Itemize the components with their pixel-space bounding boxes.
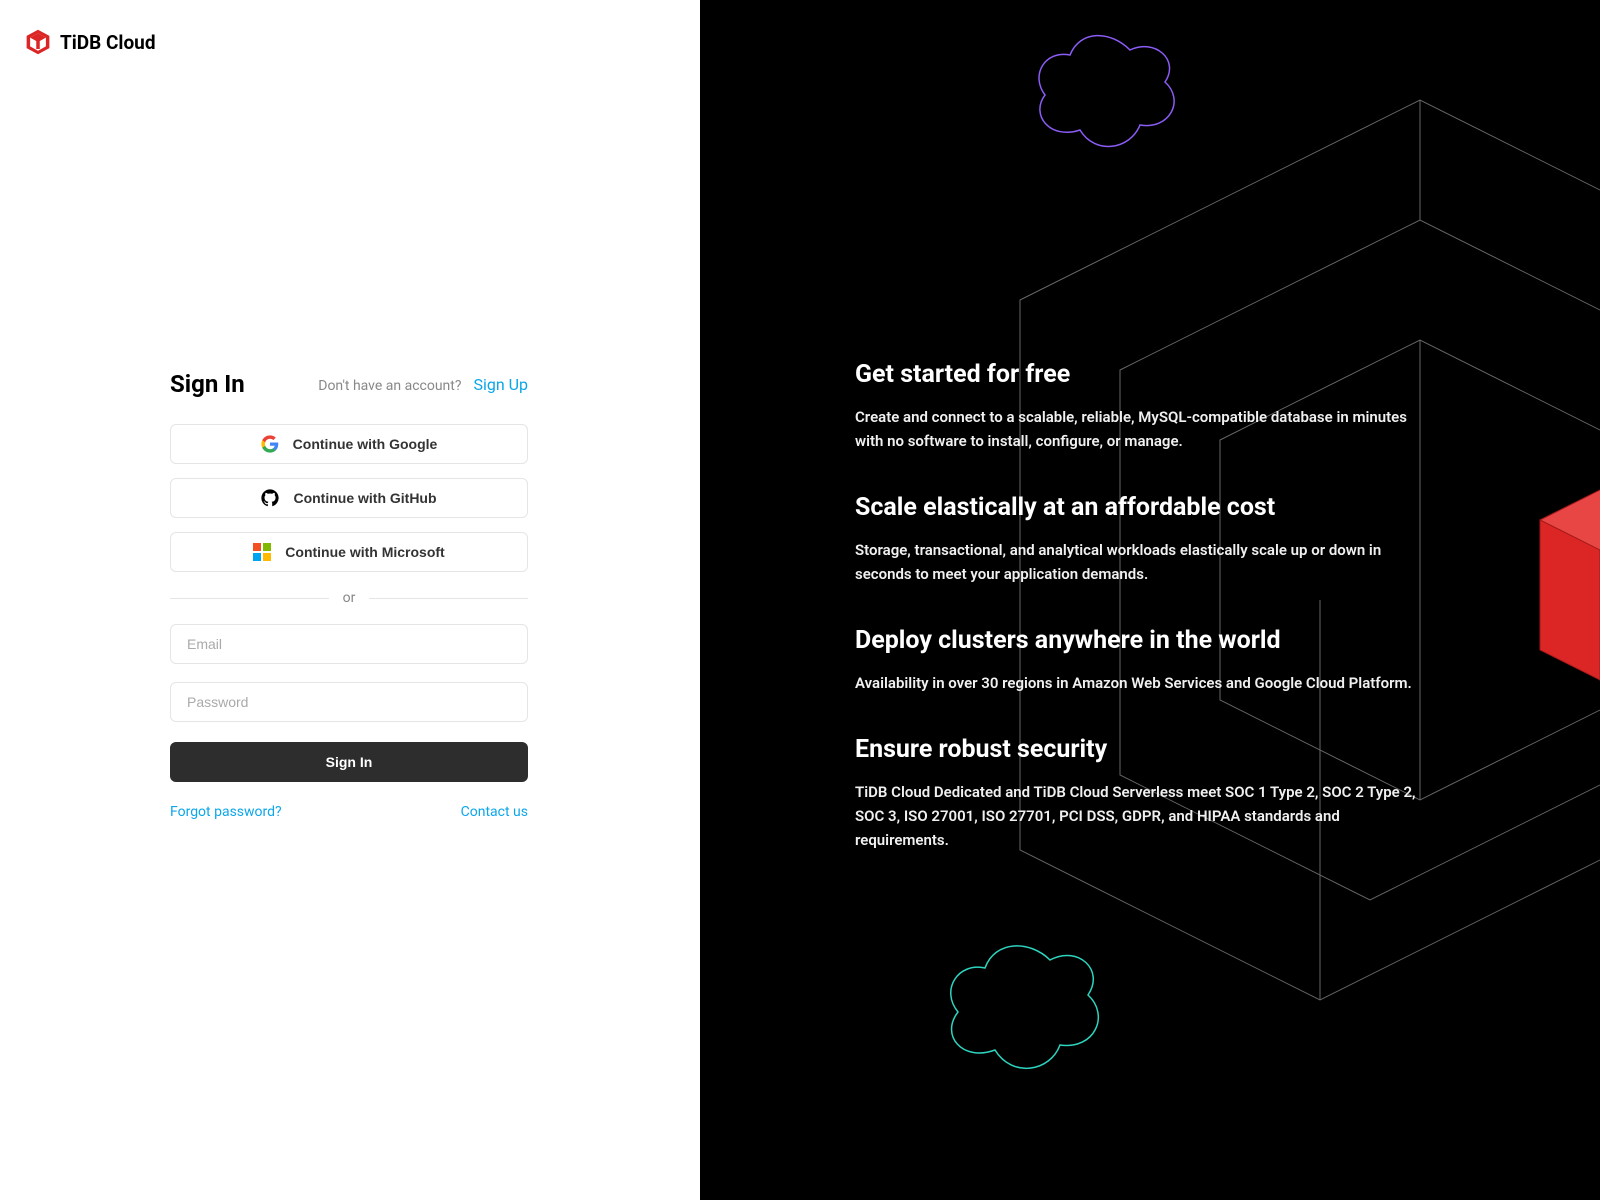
form-footer: Forgot password? Contact us <box>170 804 528 820</box>
marketing-panel: Get started for free Create and connect … <box>700 0 1600 1200</box>
brand-name: TiDB Cloud <box>60 31 156 54</box>
contact-us-link[interactable]: Contact us <box>461 804 528 820</box>
github-button-label: Continue with GitHub <box>293 490 436 506</box>
feature-desc: Availability in over 30 regions in Amazo… <box>855 671 1425 695</box>
microsoft-button-label: Continue with Microsoft <box>285 544 444 560</box>
feature-desc: Create and connect to a scalable, reliab… <box>855 405 1425 453</box>
signup-link[interactable]: Sign Up <box>473 375 528 394</box>
feature-desc: Storage, transactional, and analytical w… <box>855 538 1425 586</box>
feature-block: Scale elastically at an affordable cost … <box>855 493 1425 586</box>
feature-block: Get started for free Create and connect … <box>855 360 1425 453</box>
microsoft-icon <box>253 543 271 561</box>
brand-logo: TiDB Cloud <box>24 28 156 56</box>
signin-panel: TiDB Cloud Sign In Don't have an account… <box>0 0 700 1200</box>
tidb-logo-icon <box>24 28 52 56</box>
continue-github-button[interactable]: Continue with GitHub <box>170 478 528 518</box>
form-divider: or <box>170 590 528 606</box>
feature-block: Deploy clusters anywhere in the world Av… <box>855 626 1425 695</box>
google-button-label: Continue with Google <box>293 436 438 452</box>
feature-title: Get started for free <box>855 360 1425 389</box>
signin-button[interactable]: Sign In <box>170 742 528 782</box>
github-icon <box>261 489 279 507</box>
forgot-password-link[interactable]: Forgot password? <box>170 804 282 820</box>
marketing-content: Get started for free Create and connect … <box>855 360 1425 892</box>
email-field[interactable] <box>170 624 528 664</box>
google-icon <box>261 435 279 453</box>
signin-title: Sign In <box>170 370 245 398</box>
signup-prompt-text: Don't have an account? <box>318 378 461 394</box>
signup-prompt: Don't have an account? Sign Up <box>318 375 528 394</box>
feature-title: Ensure robust security <box>855 735 1425 764</box>
divider-label: or <box>329 590 370 606</box>
continue-google-button[interactable]: Continue with Google <box>170 424 528 464</box>
signin-form: Sign In Don't have an account? Sign Up C… <box>170 370 528 820</box>
password-field[interactable] <box>170 682 528 722</box>
feature-title: Scale elastically at an affordable cost <box>855 493 1425 522</box>
feature-title: Deploy clusters anywhere in the world <box>855 626 1425 655</box>
signin-header: Sign In Don't have an account? Sign Up <box>170 370 528 398</box>
continue-microsoft-button[interactable]: Continue with Microsoft <box>170 532 528 572</box>
feature-block: Ensure robust security TiDB Cloud Dedica… <box>855 735 1425 852</box>
feature-desc: TiDB Cloud Dedicated and TiDB Cloud Serv… <box>855 780 1425 852</box>
